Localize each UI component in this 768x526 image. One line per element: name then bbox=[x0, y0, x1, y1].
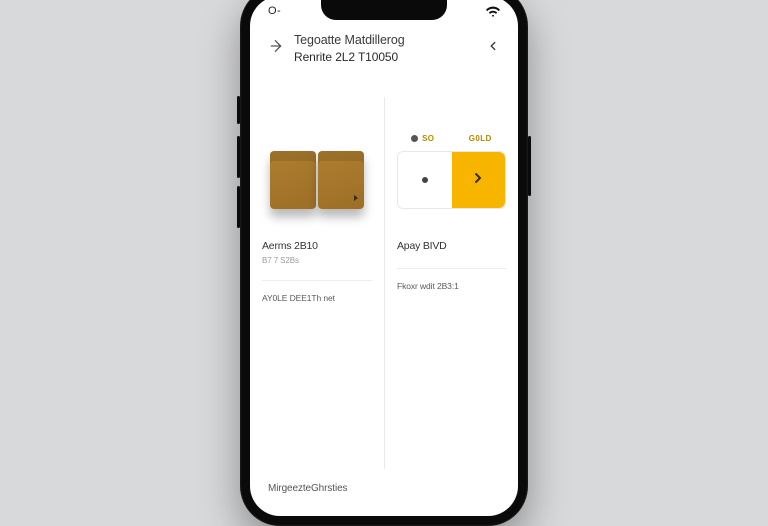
divider bbox=[262, 280, 372, 281]
screen: O- Tegoatte Matdillerog Renrite 2L2 T100… bbox=[250, 0, 518, 516]
notch bbox=[321, 0, 447, 20]
right-info-title: Apay BIVD bbox=[397, 239, 506, 253]
box-icon bbox=[318, 151, 364, 209]
content: Aerms 2B10 B7 7 S2Bs AY0LE DEE1Th net SO… bbox=[250, 97, 518, 469]
left-info-sub: B7 7 S2Bs bbox=[262, 256, 372, 267]
side-button-power bbox=[528, 136, 531, 196]
side-button-volume-up bbox=[237, 136, 240, 178]
box-stack-icon bbox=[270, 151, 364, 209]
column-left: Aerms 2B10 B7 7 S2Bs AY0LE DEE1Th net bbox=[250, 97, 384, 469]
header-titles: Tegoatte Matdillerog Renrite 2L2 T10050 bbox=[294, 32, 476, 65]
footer-label: MirgeezteGhrsties bbox=[268, 483, 347, 494]
back-arrow-icon[interactable] bbox=[268, 38, 284, 59]
option-1-label: SO bbox=[422, 134, 434, 143]
option-2-label: G0LD bbox=[469, 134, 492, 143]
header-chevron-icon[interactable] bbox=[486, 39, 500, 58]
phone-frame: O- Tegoatte Matdillerog Renrite 2L2 T100… bbox=[240, 0, 528, 526]
chevron-right-icon bbox=[470, 170, 486, 191]
page-title: Tegoatte Matdillerog bbox=[294, 32, 476, 48]
box-icon bbox=[270, 151, 316, 209]
left-meta: AY0LE DEE1Th net bbox=[262, 293, 372, 303]
option-card-right bbox=[452, 152, 506, 208]
right-meta: Fkoxr wdit 2B3:1 bbox=[397, 281, 506, 291]
footer: MirgeezteGhrsties bbox=[250, 469, 518, 516]
status-left-text: O- bbox=[268, 5, 281, 17]
right-info: Apay BIVD bbox=[397, 239, 506, 253]
side-button-volume-down bbox=[237, 186, 240, 228]
option-labels: SO G0LD bbox=[397, 134, 506, 143]
left-info: Aerms 2B10 B7 7 S2Bs bbox=[262, 239, 372, 266]
wifi-icon bbox=[486, 4, 500, 18]
column-right: SO G0LD bbox=[384, 97, 518, 469]
option-card[interactable] bbox=[397, 151, 506, 209]
option-2[interactable]: G0LD bbox=[455, 134, 507, 143]
dot-icon bbox=[422, 177, 428, 183]
side-button-silence bbox=[237, 96, 240, 124]
radio-icon bbox=[411, 135, 418, 142]
option-1[interactable]: SO bbox=[397, 134, 449, 143]
left-info-title: Aerms 2B10 bbox=[262, 239, 372, 253]
page-subtitle: Renrite 2L2 T10050 bbox=[294, 50, 476, 65]
page-header: Tegoatte Matdillerog Renrite 2L2 T10050 bbox=[250, 26, 518, 69]
product-image-left[interactable] bbox=[262, 97, 372, 217]
divider bbox=[397, 268, 506, 269]
option-card-left bbox=[398, 152, 452, 208]
right-option-area: SO G0LD bbox=[397, 97, 506, 217]
